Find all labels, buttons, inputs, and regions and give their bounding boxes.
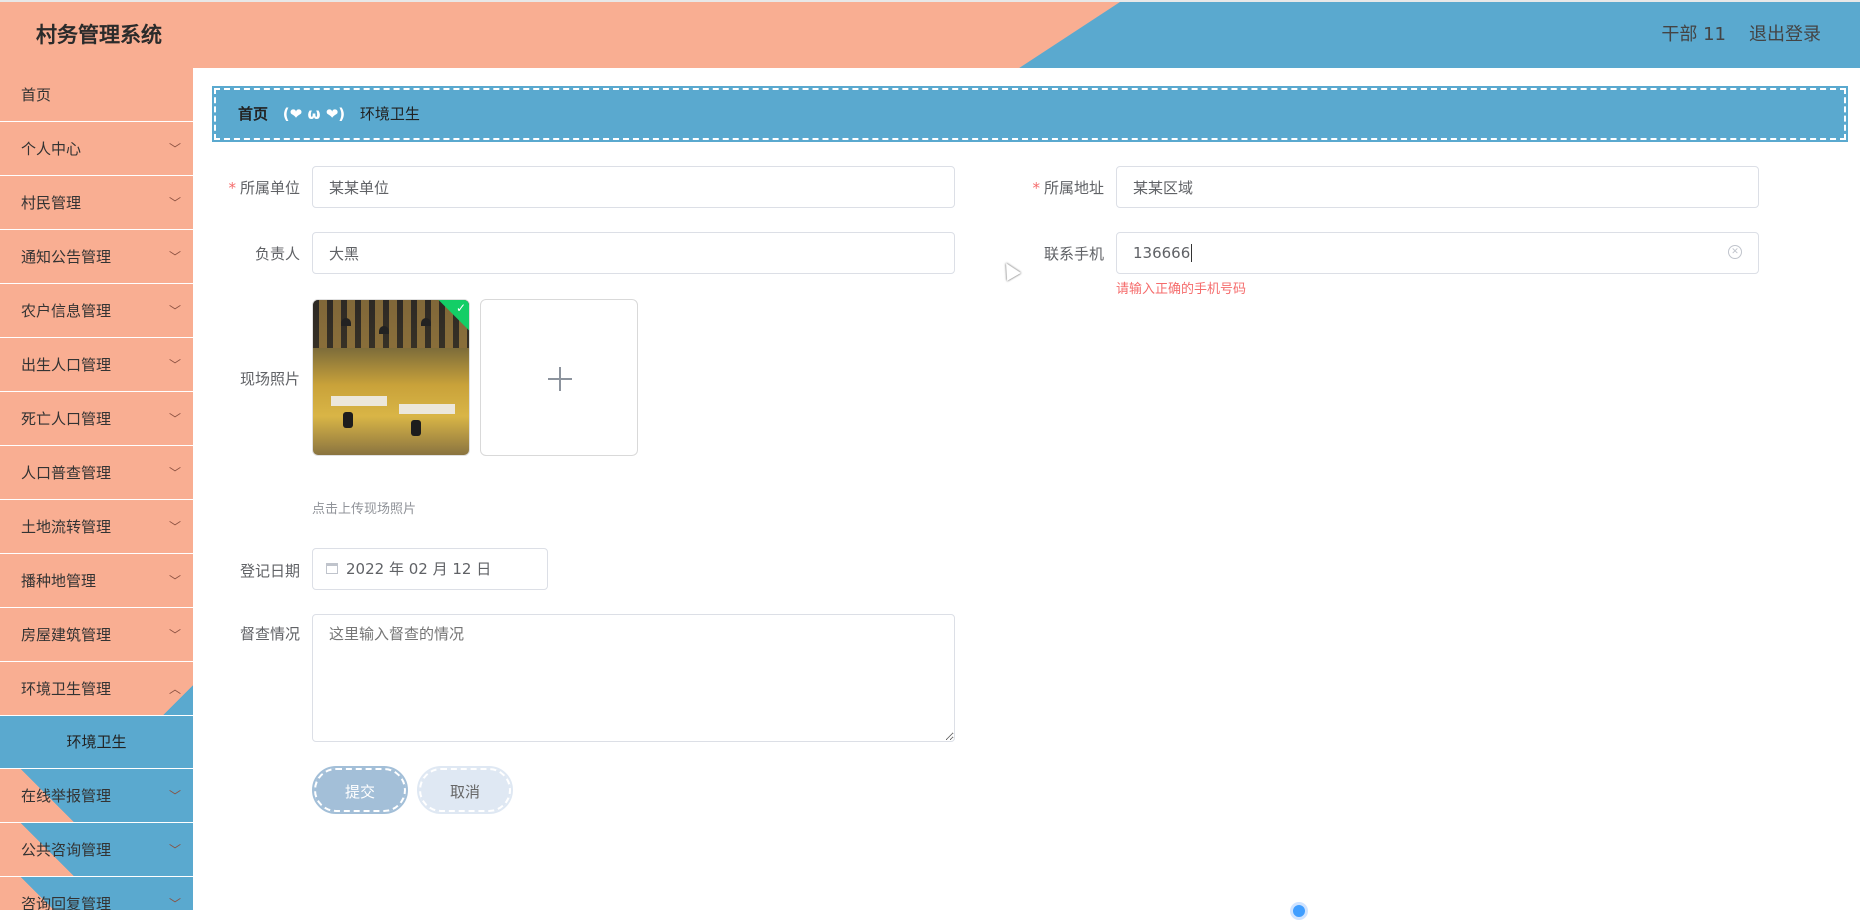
- photo-upload-button[interactable]: [480, 299, 638, 456]
- sidebar-item-label: 房屋建筑管理: [21, 626, 112, 644]
- unit-input[interactable]: [312, 166, 955, 208]
- chevron-down-icon: ﹀: [168, 250, 181, 264]
- sidebar-subitem-sanitation[interactable]: 环境卫生: [0, 716, 193, 769]
- mouse-cursor-icon: [999, 259, 1021, 281]
- photo-desk: [331, 396, 387, 406]
- sidebar-item-replies[interactable]: 咨询回复管理 ﹀: [0, 877, 193, 910]
- photo-upload-tip: 点击上传现场照片: [312, 502, 417, 517]
- sidebar-item-label: 人口普查管理: [21, 464, 112, 482]
- sidebar-item-farmers[interactable]: 农户信息管理 ﹀: [0, 284, 193, 338]
- inspection-label: 督查情况: [239, 625, 300, 643]
- sidebar-item-personal-center[interactable]: 个人中心 ﹀: [0, 122, 193, 176]
- calendar-icon: [326, 563, 338, 574]
- uploaded-photo-thumbnail[interactable]: ✓: [312, 299, 470, 456]
- address-input[interactable]: [1116, 166, 1759, 208]
- chevron-down-icon: ﹀: [168, 897, 181, 910]
- sidebar-item-label: 死亡人口管理: [21, 410, 112, 428]
- sidebar-item-label: 农户信息管理: [21, 302, 112, 320]
- phone-label: 联系手机: [1043, 245, 1104, 263]
- chevron-down-icon: ﹀: [168, 304, 181, 318]
- sidebar-item-villagers[interactable]: 村民管理 ﹀: [0, 176, 193, 230]
- chevron-down-icon: ﹀: [168, 520, 181, 534]
- chevron-up-icon: ︿: [168, 682, 181, 696]
- sidebar-item-census[interactable]: 人口普查管理 ﹀: [0, 446, 193, 500]
- manager-label: 负责人: [254, 245, 300, 263]
- current-user: 干部 11: [1661, 24, 1726, 45]
- scroll-indicator[interactable]: [1290, 902, 1308, 920]
- sidebar-item-buildings[interactable]: 房屋建筑管理 ﹀: [0, 608, 193, 662]
- sidebar-subitem-label: 环境卫生: [66, 733, 127, 751]
- check-icon: ✓: [455, 301, 466, 315]
- breadcrumb-current: 环境卫生: [359, 105, 420, 123]
- sidebar-item-label: 土地流转管理: [21, 518, 112, 536]
- phone-input[interactable]: 136666 ✕: [1116, 232, 1759, 274]
- required-asterisk: *: [1032, 179, 1040, 197]
- photo-lamp: [379, 326, 389, 334]
- sidebar-item-label: 出生人口管理: [21, 356, 112, 374]
- photo-chair: [411, 420, 421, 436]
- sidebar-item-label: 播种地管理: [21, 572, 97, 590]
- chevron-down-icon: ﹀: [168, 142, 181, 156]
- breadcrumb: 首页 (❤ ω ❤) 环境卫生: [212, 86, 1848, 142]
- date-picker[interactable]: 2022 年 02 月 12 日: [312, 548, 548, 590]
- unit-label: * 所属单位: [228, 179, 300, 197]
- logout-link[interactable]: 退出登录: [1749, 2, 1821, 68]
- sidebar-item-farmland[interactable]: 播种地管理 ﹀: [0, 554, 193, 608]
- sidebar-item-label: 个人中心: [21, 140, 82, 158]
- chevron-down-icon: ﹀: [168, 358, 181, 372]
- breadcrumb-home[interactable]: 首页: [238, 105, 268, 123]
- address-label: * 所属地址: [1032, 179, 1104, 197]
- photo-lamp: [341, 318, 351, 326]
- app-title: 村务管理系统: [36, 23, 162, 47]
- sidebar-item-reports[interactable]: 在线举报管理 ﹀: [0, 769, 193, 823]
- chevron-down-icon: ﹀: [168, 196, 181, 210]
- sidebar: 首页 个人中心 ﹀ 村民管理 ﹀ 通知公告管理 ﹀ 农户信息管理 ﹀ 出生人口管…: [0, 68, 193, 910]
- breadcrumb-separator: (❤ ω ❤): [282, 105, 346, 123]
- chevron-down-icon: ﹀: [168, 843, 181, 857]
- header-peach-band: [0, 2, 1120, 68]
- top-header: 村务管理系统 干部 11 退出登录: [0, 0, 1860, 68]
- required-asterisk: *: [228, 179, 236, 197]
- sidebar-item-home[interactable]: 首页: [0, 68, 193, 122]
- phone-value: 136666: [1133, 244, 1191, 262]
- date-label: 登记日期: [239, 562, 300, 580]
- sidebar-item-label: 在线举报管理: [21, 787, 112, 805]
- sidebar-item-deaths[interactable]: 死亡人口管理 ﹀: [0, 392, 193, 446]
- chevron-down-icon: ﹀: [168, 412, 181, 426]
- phone-error: 请输入正确的手机号码: [1116, 282, 1247, 297]
- chevron-down-icon: ﹀: [168, 466, 181, 480]
- clear-icon[interactable]: ✕: [1728, 245, 1742, 259]
- photo-lamp: [421, 318, 431, 326]
- sidebar-item-label: 公共咨询管理: [21, 841, 112, 859]
- manager-input[interactable]: [312, 232, 955, 274]
- cancel-button[interactable]: 取消: [417, 766, 513, 814]
- chevron-down-icon: ﹀: [168, 574, 181, 588]
- sidebar-item-label: 咨询回复管理: [21, 895, 112, 910]
- photo-label: 现场照片: [239, 370, 300, 388]
- inspection-textarea[interactable]: [312, 614, 955, 742]
- submit-button[interactable]: 提交: [312, 766, 408, 814]
- photo-desk: [399, 404, 455, 414]
- sidebar-item-consultation[interactable]: 公共咨询管理 ﹀: [0, 823, 193, 877]
- sidebar-item-land-transfer[interactable]: 土地流转管理 ﹀: [0, 500, 193, 554]
- sidebar-item-label: 首页: [21, 86, 52, 104]
- sidebar-item-sanitation[interactable]: 环境卫生管理 ︿: [0, 662, 193, 716]
- date-value: 2022 年 02 月 12 日: [346, 560, 492, 578]
- sidebar-item-label: 村民管理: [21, 194, 82, 212]
- photo-chair: [343, 412, 353, 428]
- chevron-down-icon: ﹀: [168, 628, 181, 642]
- sidebar-item-notices[interactable]: 通知公告管理 ﹀: [0, 230, 193, 284]
- sidebar-item-births[interactable]: 出生人口管理 ﹀: [0, 338, 193, 392]
- sidebar-item-label: 通知公告管理: [21, 248, 112, 266]
- sidebar-item-label: 环境卫生管理: [21, 680, 112, 698]
- plus-icon: [559, 367, 561, 391]
- chevron-down-icon: ﹀: [168, 789, 181, 803]
